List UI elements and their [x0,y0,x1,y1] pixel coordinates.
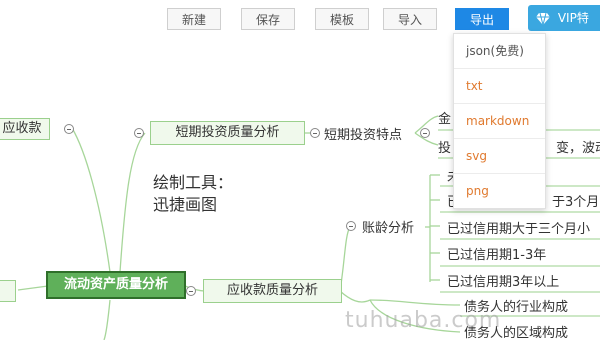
export-txt-item[interactable]: txt [454,69,545,104]
export-svg-item[interactable]: svg [454,139,545,174]
node-left-stub[interactable] [0,280,16,302]
node-receivable-left[interactable]: 应收款 [0,118,50,140]
export-json-item[interactable]: json(免费) [454,34,545,69]
canvas-note-line2: 迅捷画图 [153,195,218,214]
collapse-toggle[interactable] [346,221,356,231]
export-dropdown: json(免费) txt markdown svg png [453,33,546,209]
node-root[interactable]: 流动资产质量分析 [46,271,186,299]
collapse-toggle[interactable] [134,128,144,138]
feature-item-2-tail: 变，波动 [556,141,600,156]
collapse-toggle[interactable] [186,286,196,296]
aging-item-3[interactable]: 已过信用期大于三个月小 [447,218,590,237]
canvas-note-line1: 绘制工具： [153,173,234,192]
aging-item-2-tail: 于3个月 [552,195,600,210]
export-png-item[interactable]: png [454,174,545,209]
aging-item-5[interactable]: 已过信用期3年以上 [447,271,559,290]
node-short-term-feature[interactable]: 短期投资特点 [324,124,402,143]
node-short-term[interactable]: 短期投资质量分析 [150,121,305,145]
collapse-toggle[interactable] [64,124,74,134]
node-aging[interactable]: 账龄分析 [362,217,414,236]
aging-item-4[interactable]: 已过信用期1-3年 [447,244,546,263]
feature-item-1[interactable]: 金 [438,108,451,127]
export-markdown-item[interactable]: markdown [454,104,545,139]
node-receivable[interactable]: 应收款质量分析 [203,279,342,303]
feature-item-2[interactable]: 投 [438,137,451,156]
collapse-toggle[interactable] [310,128,320,138]
watermark: tuhuaba.com [345,308,502,333]
collapse-toggle[interactable] [420,128,430,138]
